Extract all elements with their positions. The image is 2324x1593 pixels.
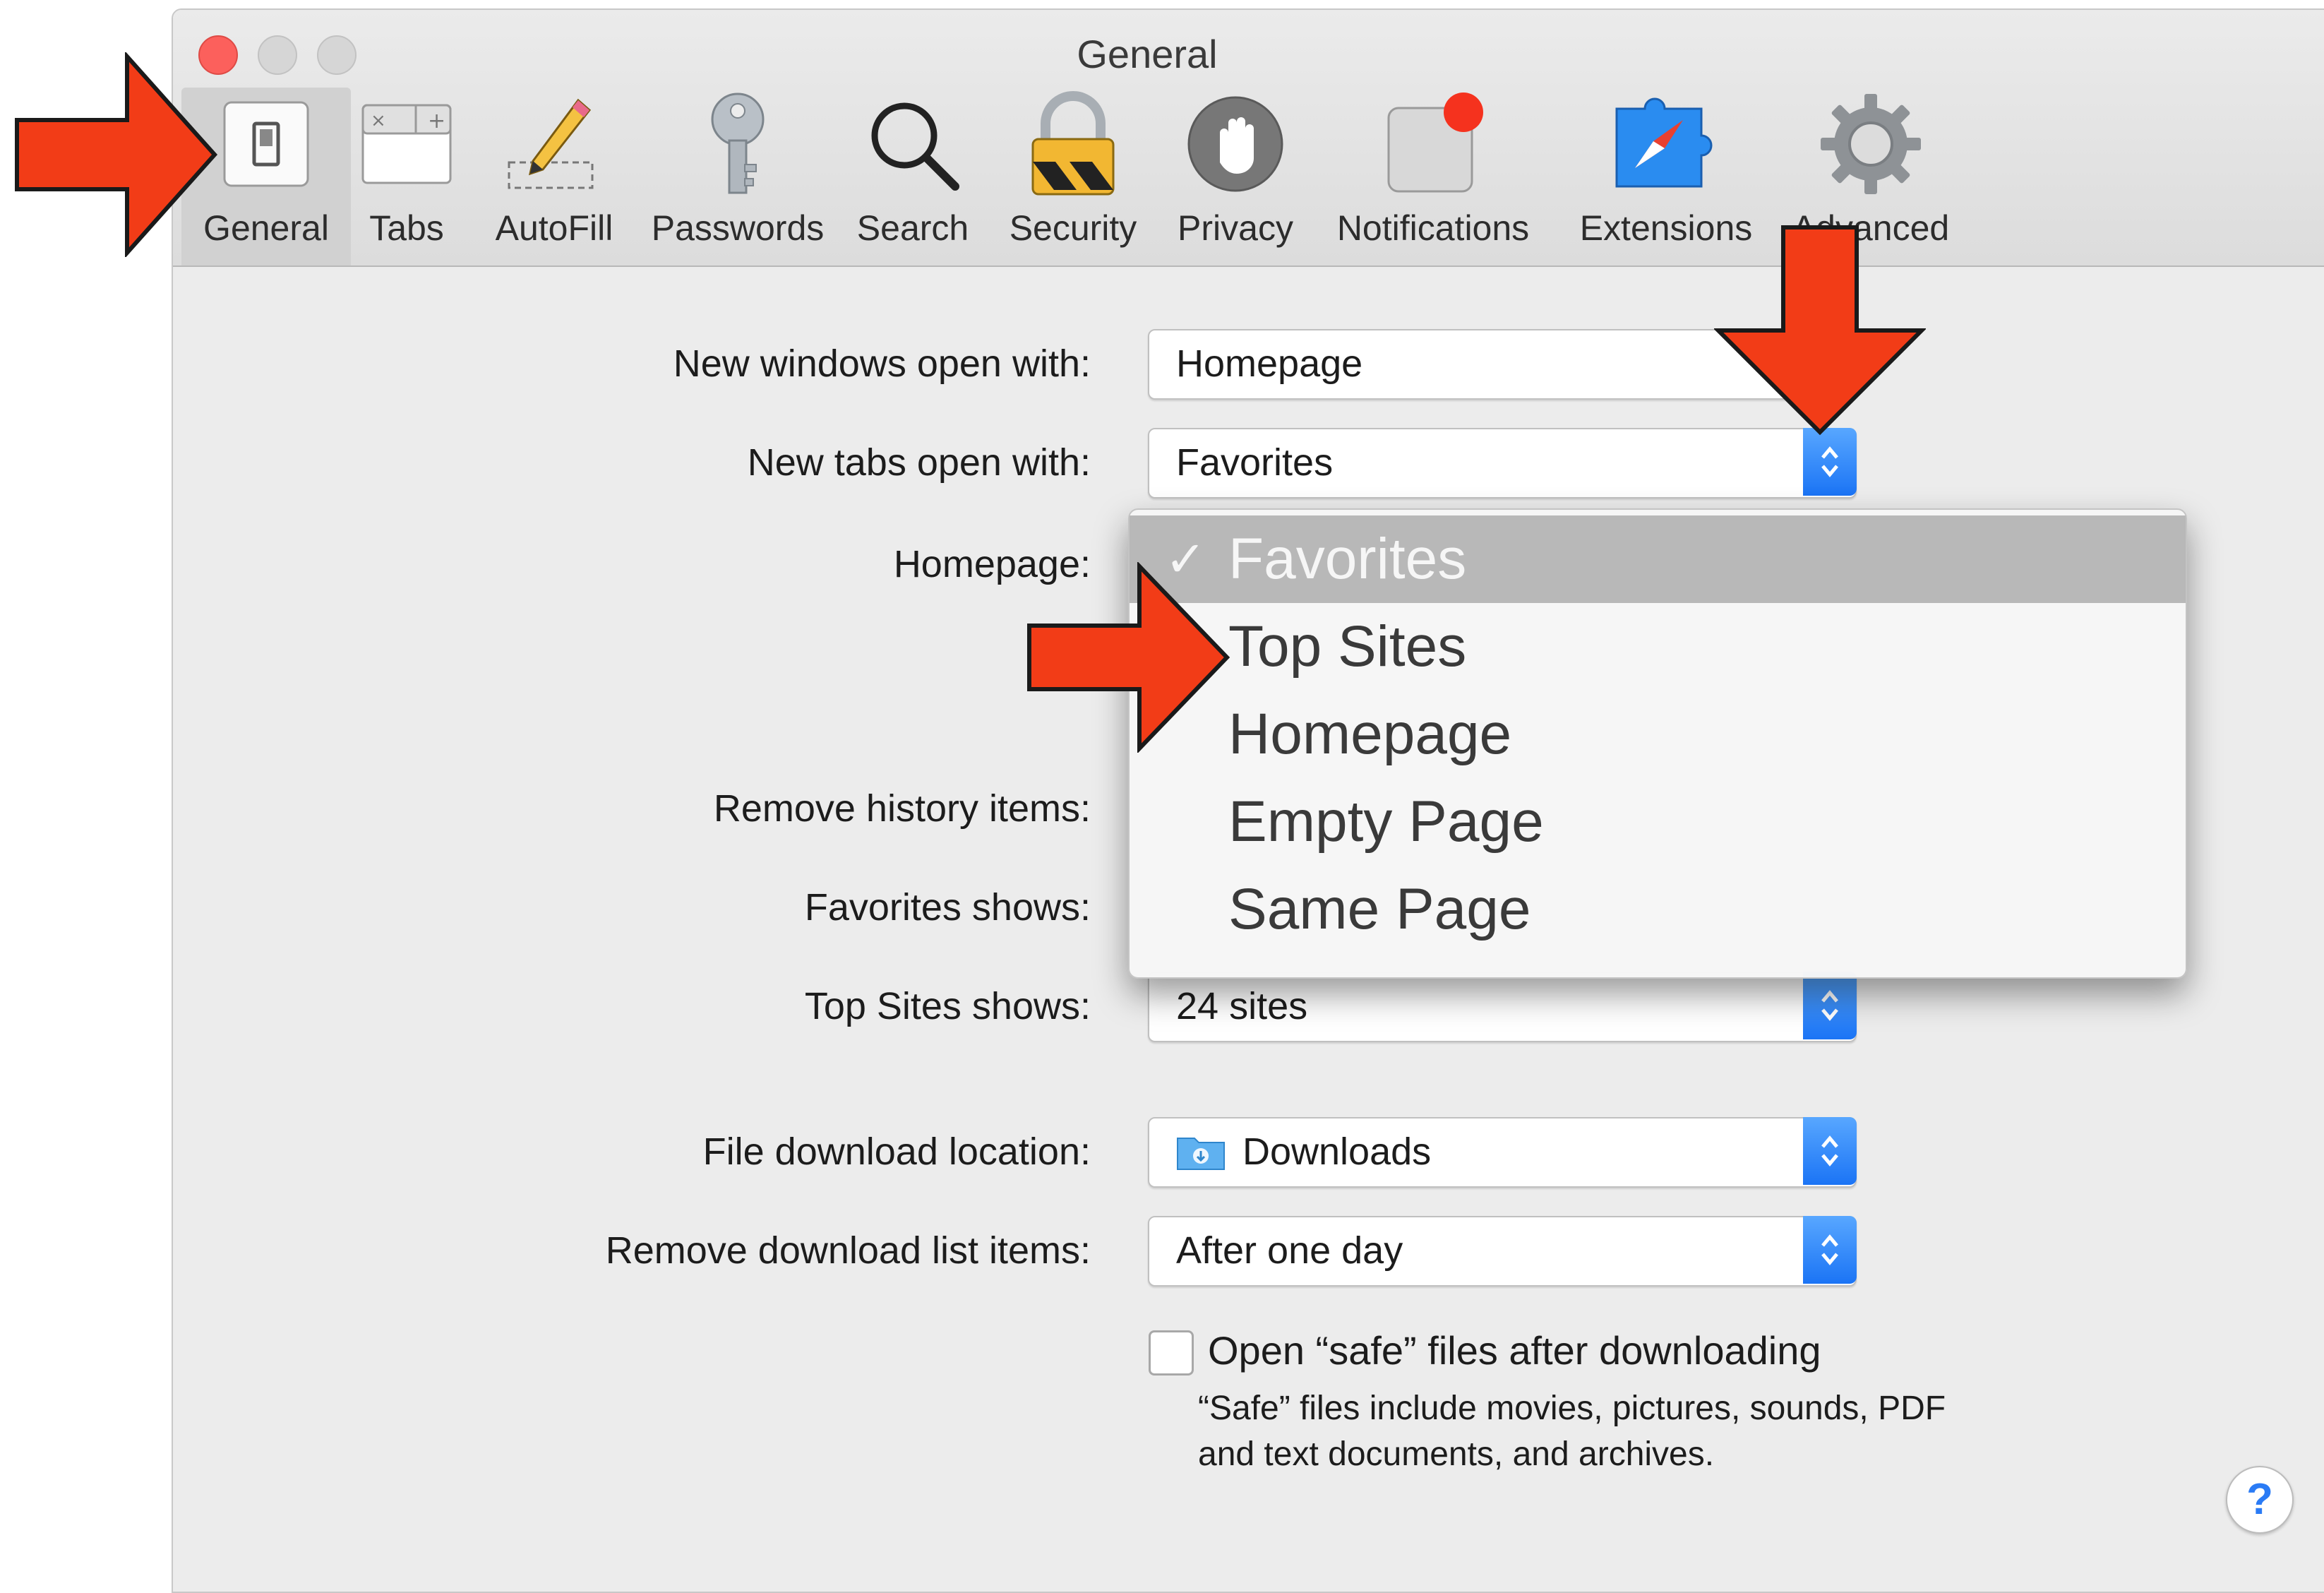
tab-tabs[interactable]: × + Tabs: [354, 88, 460, 266]
menu-item-favorites-label: Favorites: [1228, 527, 1467, 591]
tab-search[interactable]: Search: [849, 88, 976, 266]
chevron-updown-icon: [1821, 446, 1838, 477]
remove-download-value: After one day: [1176, 1229, 1403, 1272]
favorites-shows-label: Favorites shows:: [804, 886, 1091, 929]
gear-icon: [1821, 94, 1921, 194]
magnifier-icon: [871, 102, 959, 191]
remove-download-popup[interactable]: After one day: [1148, 1216, 1857, 1287]
remove-download-stepper[interactable]: [1803, 1216, 1857, 1284]
compass-puzzle-icon: [1615, 97, 1713, 188]
remove-history-label: Remove history items:: [713, 787, 1091, 830]
open-safe-files-checkbox[interactable]: [1149, 1330, 1194, 1376]
tab-autofill[interactable]: AutoFill: [484, 88, 625, 266]
chevron-updown-icon: [1821, 1234, 1838, 1265]
annotation-arrow-right-icon: [1027, 562, 1230, 753]
general-switch-icon: [223, 101, 309, 187]
tabs-icon: × +: [361, 104, 452, 184]
window-title: General: [1077, 32, 1218, 76]
new-tabs-label: New tabs open with:: [747, 441, 1091, 484]
download-location-popup[interactable]: Downloads: [1148, 1117, 1857, 1188]
safe-files-note: “Safe” files include movies, pictures, s…: [1198, 1390, 1946, 1473]
top-sites-popup[interactable]: 24 sites: [1148, 972, 1857, 1042]
tab-privacy-label: Privacy: [1178, 208, 1293, 248]
tab-privacy[interactable]: Privacy: [1168, 88, 1302, 266]
top-sites-stepper[interactable]: [1803, 972, 1857, 1039]
download-location-stepper[interactable]: [1803, 1117, 1857, 1185]
top-sites-label: Top Sites shows:: [804, 985, 1091, 1027]
tab-general-label: General: [203, 208, 329, 248]
key-icon: [711, 93, 765, 194]
annotation-arrow-down-icon: [1714, 225, 1926, 436]
chevron-updown-icon: [1821, 990, 1838, 1021]
annotation-arrow-right-icon: [15, 52, 218, 257]
tab-security[interactable]: Security: [999, 88, 1147, 266]
menu-item-homepage[interactable]: Homepage: [1130, 691, 2186, 778]
downloads-folder-icon: [1177, 1138, 1225, 1170]
new-windows-value: Homepage: [1176, 342, 1363, 385]
remove-download-label: Remove download list items:: [605, 1229, 1091, 1272]
new-tabs-value: Favorites: [1176, 441, 1334, 484]
download-location-value-wrap: Downloads: [1176, 1130, 1431, 1174]
title-toolbar: General General × + Tabs AutoFill Passwo…: [173, 10, 2324, 267]
tab-passwords-label: Passwords: [651, 208, 825, 248]
hand-icon: [1187, 96, 1283, 192]
tab-tabs-label: Tabs: [369, 208, 444, 248]
notification-badge-icon: [1387, 93, 1483, 193]
menu-item-favorites[interactable]: ✓ Favorites: [1130, 515, 2186, 603]
help-button[interactable]: ?: [2226, 1466, 2294, 1534]
new-tabs-stepper[interactable]: [1803, 428, 1857, 496]
tab-security-label: Security: [1009, 208, 1137, 248]
open-safe-files-label[interactable]: Open “safe” files after downloading: [1208, 1328, 1821, 1373]
top-sites-value: 24 sites: [1176, 985, 1308, 1027]
new-tabs-popup[interactable]: Favorites: [1148, 428, 1857, 499]
menu-item-same-page[interactable]: Same Page: [1130, 866, 2186, 953]
svg-text:+: +: [428, 109, 445, 133]
tab-passwords[interactable]: Passwords: [642, 88, 833, 266]
download-location-value: Downloads: [1242, 1130, 1432, 1173]
tab-search-label: Search: [856, 208, 969, 248]
menu-item-top-sites[interactable]: Top Sites: [1130, 603, 2186, 691]
menu-item-empty-page[interactable]: Empty Page: [1130, 778, 2186, 866]
padlock-icon: [1031, 91, 1115, 196]
tab-notifications-label: Notifications: [1336, 208, 1530, 248]
tab-notifications[interactable]: Notifications: [1324, 88, 1543, 266]
chevron-updown-icon: [1821, 1135, 1838, 1167]
svg-text:×: ×: [371, 110, 386, 131]
download-location-label: File download location:: [702, 1130, 1091, 1173]
tab-autofill-label: AutoFill: [495, 208, 613, 248]
pencil-icon: [508, 98, 594, 189]
new-tabs-dropdown-menu: ✓ Favorites Top Sites Homepage Empty Pag…: [1128, 508, 2187, 979]
new-windows-label: New windows open with:: [673, 342, 1091, 385]
